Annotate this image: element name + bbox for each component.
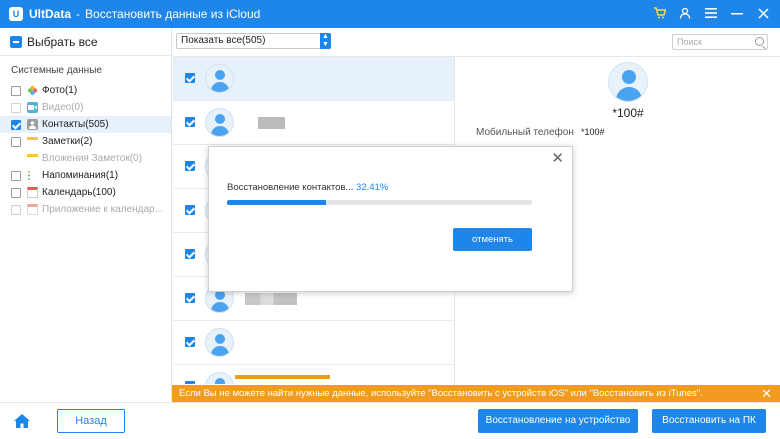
checkbox[interactable] [11, 187, 21, 198]
checkbox[interactable] [11, 85, 21, 96]
filter-dropdown[interactable]: Показать все(505) ▲ ▼ [176, 33, 331, 49]
contact-row[interactable] [173, 365, 454, 384]
row-checkbox[interactable] [185, 381, 195, 384]
close-icon[interactable] [756, 6, 770, 20]
photos-icon [27, 85, 38, 96]
select-all-checkbox[interactable]: Выбрать все [0, 28, 171, 56]
calendar-icon [27, 187, 38, 198]
category-label: Заметки(2) [42, 136, 93, 147]
notes-attachment-icon [27, 153, 38, 164]
cart-icon[interactable] [652, 6, 666, 20]
progress-fill [227, 200, 326, 205]
contact-avatar [205, 372, 234, 384]
account-icon[interactable] [678, 6, 692, 20]
dialog-close-icon[interactable]: ✕ [551, 149, 564, 167]
category-calendar[interactable]: Календарь(100) [0, 184, 171, 201]
progress-label: Восстановление контактов... [227, 182, 354, 193]
blurred-name [235, 375, 330, 379]
restore-to-pc-button[interactable]: Восстановить на ПК [652, 409, 766, 433]
category-label: Вложения Заметок(0) [42, 153, 142, 164]
category-contacts[interactable]: Контакты(505) [0, 116, 171, 133]
section-title: Системные данные [11, 65, 102, 76]
category-label: Видео(0) [42, 102, 84, 113]
checkbox[interactable] [11, 170, 21, 181]
contact-row[interactable] [173, 101, 454, 145]
filter-value: Показать все(505) [181, 35, 266, 46]
sidebar: Выбрать все Системные данные Фото(1) Вид… [0, 28, 172, 399]
chevron-updown-icon: ▲ ▼ [320, 33, 331, 49]
menu-icon[interactable] [704, 6, 718, 20]
minimize-icon[interactable] [730, 6, 744, 20]
progress-dialog: ✕ Восстановление контактов... 32.41% отм… [208, 146, 573, 292]
category-video: Видео(0) [0, 99, 171, 116]
row-checkbox[interactable] [185, 293, 195, 303]
title-bar: U UltData - Восстановить данные из iClou… [0, 0, 780, 28]
search-placeholder: Поиск [677, 37, 702, 47]
contact-row[interactable] [173, 57, 454, 101]
category-calendar-attachments: Приложение к календар... [0, 201, 171, 218]
restore-to-device-button[interactable]: Восстановление на устройство [478, 409, 638, 433]
checkbox[interactable] [11, 119, 21, 130]
row-checkbox[interactable] [185, 205, 195, 215]
bottom-bar: Назад Восстановление на устройство Восст… [0, 402, 780, 439]
row-checkbox[interactable] [185, 161, 195, 171]
notes-icon [27, 136, 38, 147]
info-banner: Если Вы не можете найти нужные данные, и… [172, 385, 780, 402]
progress-percent: 32.41% [356, 182, 389, 193]
cancel-button[interactable]: отменять [453, 228, 532, 251]
category-reminders[interactable]: Напоминания(1) [0, 167, 171, 184]
window-subtitle: Восстановить данные из iCloud [85, 7, 261, 21]
search-input[interactable]: Поиск [672, 34, 768, 50]
checkbox [11, 204, 21, 215]
detail-field-value: *100# [581, 127, 605, 137]
progress-bar [227, 200, 532, 205]
category-notes[interactable]: Заметки(2) [0, 133, 171, 150]
detail-field-label: Мобильный телефон [476, 127, 574, 138]
detail-divider [455, 56, 780, 57]
category-label: Напоминания(1) [42, 170, 119, 181]
row-checkbox[interactable] [185, 73, 195, 83]
banner-text: Если Вы не можете найти нужные данные, и… [179, 388, 703, 399]
contacts-icon [27, 119, 38, 130]
select-all-label: Выбрать все [27, 34, 98, 49]
category-photos[interactable]: Фото(1) [0, 82, 171, 99]
search-icon [755, 37, 764, 46]
category-label: Календарь(100) [42, 187, 116, 198]
row-checkbox[interactable] [185, 337, 195, 347]
banner-close-icon[interactable]: ✕ [761, 385, 772, 402]
partial-check-icon [10, 35, 22, 48]
home-icon[interactable] [14, 414, 30, 428]
back-button[interactable]: Назад [57, 409, 125, 433]
contact-row[interactable] [173, 321, 454, 365]
video-icon [27, 102, 38, 113]
ultdata-logo-icon: U [9, 7, 23, 21]
category-notes-attachments: Вложения Заметок(0) [0, 150, 171, 167]
category-label: Приложение к календар... [42, 204, 163, 215]
calendar-attachment-icon [27, 204, 38, 215]
progress-text: Восстановление контактов... 32.41% [227, 182, 388, 193]
app-name: UltData [29, 7, 72, 21]
detail-avatar [608, 62, 648, 102]
row-checkbox[interactable] [185, 249, 195, 259]
detail-contact-name: *100# [612, 106, 644, 120]
contact-avatar [205, 108, 234, 137]
checkbox[interactable] [11, 136, 21, 147]
contact-avatar [205, 64, 234, 93]
category-label: Контакты(505) [42, 119, 109, 130]
category-label: Фото(1) [42, 85, 78, 96]
checkbox [11, 102, 21, 113]
title-separator: - [76, 7, 81, 21]
blurred-name [245, 293, 297, 305]
contact-avatar [205, 328, 234, 357]
reminders-icon [27, 170, 38, 181]
row-checkbox[interactable] [185, 117, 195, 127]
blurred-name [258, 117, 285, 129]
